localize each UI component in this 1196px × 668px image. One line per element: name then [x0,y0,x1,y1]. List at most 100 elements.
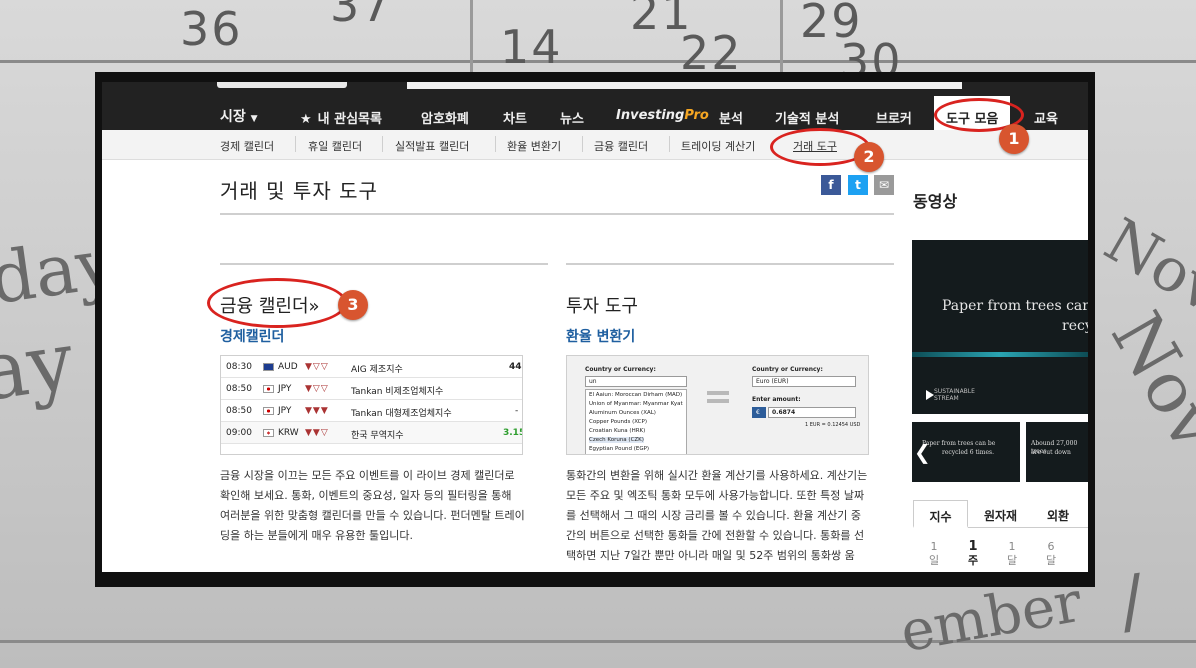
event-currency: KRW [278,428,299,438]
period-number: 1 [968,539,978,554]
list-item[interactable]: Union of Myanmar: Myanmar Kyat [589,401,683,407]
to-currency-label: Country or Currency: [752,366,823,373]
tab-indices[interactable]: 지수 [913,500,968,528]
event-name: Tankan 비제조업체지수 [351,387,444,397]
table-row: 09:00 KRW ▼▼▽ 한국 무역지수 3.15 [221,422,523,444]
list-item[interactable]: Aluminum Ounces (XAL) [589,410,656,416]
swap-currency-icon[interactable] [707,399,729,403]
videos-heading: 동영상 [913,192,958,211]
subnav-holiday-calendar[interactable]: 휴일 캘린더 [308,138,362,154]
period-number: 1 [1008,540,1016,553]
subnav-currency-converter[interactable]: 환율 변환기 [507,138,561,154]
play-icon[interactable] [926,390,934,400]
amount-input[interactable]: 0.6874 [768,407,856,418]
nav-item-education[interactable]: 교육 [1034,108,1058,127]
importance-bull-icon: ▼▽▽ [305,384,329,394]
currency-converter-link[interactable]: 환율 변환기 [566,326,635,346]
from-currency-input[interactable]: un [585,376,687,387]
step-badge-2: 2 [854,142,884,172]
exchange-rate-text: 1 EUR = 0.12454 USD [805,422,861,428]
nav-item-label: Investing [616,108,685,123]
nav-item-analysis[interactable]: 분석 [719,108,743,127]
economic-calendar-preview[interactable]: 08:30 AUD ▼▽▽ AIG 제조지수 44. 08:50 JPY ▼▽▽… [220,355,523,455]
currency-converter-preview[interactable]: Country or Currency: un El Aaiun: Morocc… [566,355,869,455]
currency-options-list[interactable]: El Aaiun: Moroccan Dirham (MAD) Union of… [585,389,687,454]
site-logo[interactable] [217,82,347,88]
japan-flag-icon [263,385,274,393]
event-name: 한국 무역지수 [351,431,404,441]
table-row: 08:30 AUD ▼▽▽ AIG 제조지수 44. [221,356,522,378]
calendar-grid-line [470,0,473,72]
list-item[interactable]: Egyptian Pound (EGP) [589,446,649,452]
calendar-word: / [1114,558,1150,644]
event-name: Tankan 대형제조업체지수 [351,409,452,419]
japan-flag-icon [263,407,274,415]
subnav-economic-calendar[interactable]: 경제 캘린더 [220,138,274,154]
period-unit: 달 [1006,554,1018,567]
table-row: 08:50 JPY ▼▽▽ Tankan 비제조업체지수 [221,378,522,400]
featured-video[interactable]: Paper from trees car recyc SUSTAINABLE S… [912,240,1088,414]
period-1-week[interactable]: 1 주 [963,540,983,568]
nav-item-watchlist[interactable]: ★ 내 관심목록 [300,108,382,127]
financial-calendar-heading[interactable]: 금융 캘린더» [220,292,320,318]
video-brand-line: STREAM [934,395,959,402]
list-item[interactable]: Czech Koruna (CZK) [589,437,644,443]
event-time: 08:50 [226,384,252,394]
nav-item-markets[interactable]: 시장 ▼ [220,106,258,126]
swap-currency-icon[interactable] [707,391,729,395]
nav-item-news[interactable]: 뉴스 [560,108,584,127]
period-unit: 일 [928,554,940,567]
subnav-financial-calendar[interactable]: 금융 캘린더 [594,138,648,154]
list-item[interactable]: Copper Pounds (XCP) [589,419,647,425]
search-input[interactable] [407,82,962,89]
tab-commodities[interactable]: 원자재 [973,500,1028,528]
subnav-divider [495,136,496,152]
list-item[interactable]: El Aaiun: Moroccan Dirham (MAD) [589,392,682,398]
period-1-day[interactable]: 1 일 [924,540,944,568]
nav-item-label: 시장 [220,109,246,125]
event-value: 44. [509,362,522,372]
title-divider [220,213,894,215]
video-brand-line: SUSTAINABLE [934,388,975,395]
nav-item-investingpro[interactable]: InvestingPro [616,108,709,123]
subnav-earnings-calendar[interactable]: 실적발표 캘린더 [395,138,469,154]
nav-item-crypto[interactable]: 암호화폐 [421,108,469,127]
period-6-month[interactable]: 6 달 [1041,540,1061,568]
facebook-share-icon[interactable]: f [821,175,841,195]
subnav-divider [295,136,296,152]
nav-item-label-accent: Pro [684,108,709,123]
nav-item-charts[interactable]: 차트 [503,108,527,127]
economic-calendar-link[interactable]: 경제캘린더 [220,326,284,346]
column-divider [220,263,548,265]
from-currency-label: Country or Currency: [585,366,656,373]
event-name: AIG 제조지수 [351,365,403,375]
subnav-divider [582,136,583,152]
list-item[interactable]: Croatian Kuna (HRK) [589,428,645,434]
subnav-trading-calculator[interactable]: 트레이딩 계산기 [681,138,755,154]
calendar-grid-line [0,60,1196,63]
nav-item-technical[interactable]: 기술적 분석 [775,108,839,127]
page-title: 거래 및 투자 도구 [220,179,378,203]
euro-symbol-icon: € [752,407,766,418]
period-1-month[interactable]: 1 달 [1002,540,1022,568]
subnav-divider [669,136,670,152]
market-tabs: 지수 원자재 외환 [913,500,1088,528]
calendar-number: 37 [330,0,393,32]
step-badge-1: 1 [999,124,1029,154]
nav-item-brokers[interactable]: 브로커 [876,108,912,127]
event-currency: JPY [278,406,292,416]
tab-forex[interactable]: 외환 [1033,500,1083,528]
importance-bull-icon: ▼▼▽ [305,428,329,438]
calendar-word: ay [0,313,79,420]
email-share-icon[interactable]: ✉ [874,175,894,195]
importance-bull-icon: ▼▼▼ [305,406,329,416]
star-icon: ★ [300,112,312,127]
to-currency-input[interactable]: Euro (EUR) [752,376,856,387]
twitter-share-icon[interactable]: t [848,175,868,195]
event-currency: AUD [278,362,298,372]
calendar-grid-line [780,0,783,72]
event-value: 3.15 [503,428,523,438]
amount-label: Enter amount: [752,396,801,403]
chevron-left-icon[interactable]: ❮ [914,440,931,464]
video-thumbnail[interactable]: Abound 27,000 trees are cut down [1026,422,1088,482]
